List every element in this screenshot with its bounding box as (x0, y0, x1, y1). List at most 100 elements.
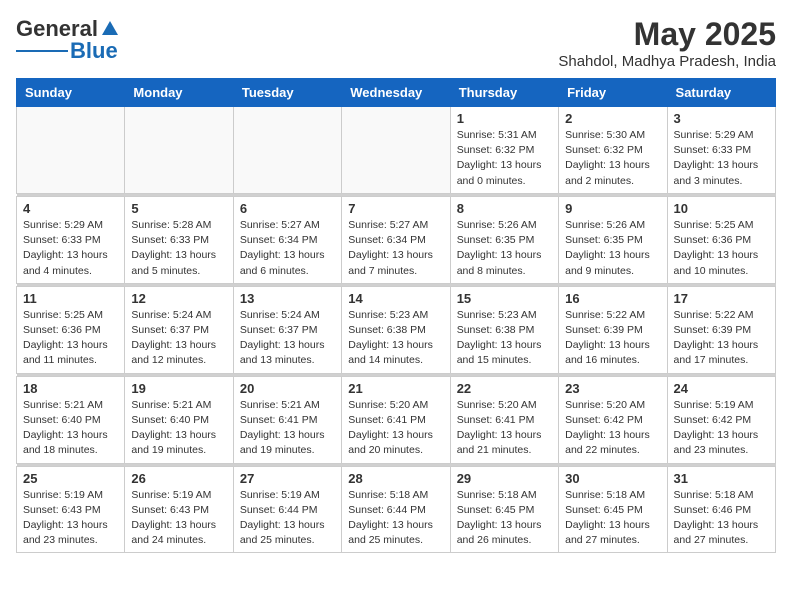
day-number: 14 (348, 291, 443, 306)
calendar-cell: 17 Sunrise: 5:22 AM Sunset: 6:39 PM Dayli… (667, 286, 775, 373)
calendar-cell: 15 Sunrise: 5:23 AM Sunset: 6:38 PM Dayli… (450, 286, 558, 373)
day-info: Sunrise: 5:29 AM Sunset: 6:33 PM Dayligh… (23, 218, 118, 279)
day-header-monday: Monday (125, 79, 233, 107)
subtitle: Shahdol, Madhya Pradesh, India (558, 53, 776, 70)
day-info: Sunrise: 5:25 AM Sunset: 6:36 PM Dayligh… (23, 308, 118, 369)
day-number: 2 (565, 111, 660, 126)
day-info: Sunrise: 5:18 AM Sunset: 6:44 PM Dayligh… (348, 488, 443, 549)
day-number: 18 (23, 381, 118, 396)
title-block: May 2025 Shahdol, Madhya Pradesh, India (558, 16, 776, 70)
day-header-wednesday: Wednesday (342, 79, 450, 107)
main-title: May 2025 (558, 16, 776, 53)
day-info: Sunrise: 5:30 AM Sunset: 6:32 PM Dayligh… (565, 128, 660, 189)
day-info: Sunrise: 5:22 AM Sunset: 6:39 PM Dayligh… (674, 308, 769, 369)
day-info: Sunrise: 5:26 AM Sunset: 6:35 PM Dayligh… (565, 218, 660, 279)
calendar-week-row: 4 Sunrise: 5:29 AM Sunset: 6:33 PM Daylig… (17, 196, 776, 283)
calendar-cell (17, 107, 125, 194)
day-number: 5 (131, 201, 226, 216)
calendar-cell: 31 Sunrise: 5:18 AM Sunset: 6:46 PM Dayli… (667, 466, 775, 553)
day-number: 20 (240, 381, 335, 396)
day-info: Sunrise: 5:20 AM Sunset: 6:42 PM Dayligh… (565, 398, 660, 459)
calendar-cell: 12 Sunrise: 5:24 AM Sunset: 6:37 PM Dayli… (125, 286, 233, 373)
day-number: 3 (674, 111, 769, 126)
calendar-week-row: 1 Sunrise: 5:31 AM Sunset: 6:32 PM Daylig… (17, 107, 776, 194)
calendar-cell: 2 Sunrise: 5:30 AM Sunset: 6:32 PM Daylig… (559, 107, 667, 194)
calendar-cell: 6 Sunrise: 5:27 AM Sunset: 6:34 PM Daylig… (233, 196, 341, 283)
calendar-cell: 10 Sunrise: 5:25 AM Sunset: 6:36 PM Dayli… (667, 196, 775, 283)
day-number: 21 (348, 381, 443, 396)
calendar-cell: 27Sunrise: 5:19 AM Sunset: 6:44 PM Dayli… (233, 466, 341, 553)
day-info: Sunrise: 5:27 AM Sunset: 6:34 PM Dayligh… (240, 218, 335, 279)
day-header-sunday: Sunday (17, 79, 125, 107)
day-info: Sunrise: 5:21 AM Sunset: 6:41 PM Dayligh… (240, 398, 335, 459)
day-info: Sunrise: 5:19 AM Sunset: 6:43 PM Dayligh… (131, 488, 226, 549)
day-info: Sunrise: 5:21 AM Sunset: 6:40 PM Dayligh… (23, 398, 118, 459)
day-number: 10 (674, 201, 769, 216)
day-info: Sunrise: 5:25 AM Sunset: 6:36 PM Dayligh… (674, 218, 769, 279)
calendar-cell: 18 Sunrise: 5:21 AM Sunset: 6:40 PM Dayli… (17, 376, 125, 463)
day-info: Sunrise: 5:19 AM Sunset: 6:44 PM Dayligh… (240, 488, 335, 549)
day-number: 12 (131, 291, 226, 306)
calendar-cell: 23 Sunrise: 5:20 AM Sunset: 6:42 PM Dayli… (559, 376, 667, 463)
day-number: 4 (23, 201, 118, 216)
calendar-cell: 19Sunrise: 5:21 AM Sunset: 6:40 PM Dayli… (125, 376, 233, 463)
day-info: Sunrise: 5:31 AM Sunset: 6:32 PM Dayligh… (457, 128, 552, 189)
calendar-cell: 22 Sunrise: 5:20 AM Sunset: 6:41 PM Dayli… (450, 376, 558, 463)
logo-blue-text: Blue (70, 38, 118, 64)
day-number: 23 (565, 381, 660, 396)
calendar-cell (125, 107, 233, 194)
day-info: Sunrise: 5:20 AM Sunset: 6:41 PM Dayligh… (457, 398, 552, 459)
day-header-tuesday: Tuesday (233, 79, 341, 107)
calendar-cell: 11 Sunrise: 5:25 AM Sunset: 6:36 PM Dayli… (17, 286, 125, 373)
calendar-cell: 29 Sunrise: 5:18 AM Sunset: 6:45 PM Dayli… (450, 466, 558, 553)
day-info: Sunrise: 5:19 AM Sunset: 6:43 PM Dayligh… (23, 488, 118, 549)
logo-icon (100, 19, 120, 39)
day-info: Sunrise: 5:18 AM Sunset: 6:45 PM Dayligh… (457, 488, 552, 549)
logo: General Blue (16, 16, 120, 64)
day-number: 17 (674, 291, 769, 306)
day-number: 29 (457, 471, 552, 486)
day-number: 7 (348, 201, 443, 216)
calendar-cell: 3 Sunrise: 5:29 AM Sunset: 6:33 PM Daylig… (667, 107, 775, 194)
day-number: 30 (565, 471, 660, 486)
day-number: 13 (240, 291, 335, 306)
calendar-cell: 5Sunrise: 5:28 AM Sunset: 6:33 PM Daylig… (125, 196, 233, 283)
day-number: 19 (131, 381, 226, 396)
day-number: 1 (457, 111, 552, 126)
calendar-cell: 20 Sunrise: 5:21 AM Sunset: 6:41 PM Dayli… (233, 376, 341, 463)
calendar-week-row: 18 Sunrise: 5:21 AM Sunset: 6:40 PM Dayli… (17, 376, 776, 463)
day-info: Sunrise: 5:24 AM Sunset: 6:37 PM Dayligh… (131, 308, 226, 369)
day-number: 9 (565, 201, 660, 216)
day-info: Sunrise: 5:18 AM Sunset: 6:45 PM Dayligh… (565, 488, 660, 549)
calendar-cell: 30 Sunrise: 5:18 AM Sunset: 6:45 PM Dayli… (559, 466, 667, 553)
calendar-cell: 7 Sunrise: 5:27 AM Sunset: 6:34 PM Daylig… (342, 196, 450, 283)
calendar-cell: 16Sunrise: 5:22 AM Sunset: 6:39 PM Dayli… (559, 286, 667, 373)
day-info: Sunrise: 5:23 AM Sunset: 6:38 PM Dayligh… (348, 308, 443, 369)
day-info: Sunrise: 5:18 AM Sunset: 6:46 PM Dayligh… (674, 488, 769, 549)
day-number: 11 (23, 291, 118, 306)
calendar-cell (233, 107, 341, 194)
day-info: Sunrise: 5:23 AM Sunset: 6:38 PM Dayligh… (457, 308, 552, 369)
calendar-cell: 1 Sunrise: 5:31 AM Sunset: 6:32 PM Daylig… (450, 107, 558, 194)
calendar-cell (342, 107, 450, 194)
day-number: 6 (240, 201, 335, 216)
day-info: Sunrise: 5:20 AM Sunset: 6:41 PM Dayligh… (348, 398, 443, 459)
day-number: 28 (348, 471, 443, 486)
calendar-cell: 26 Sunrise: 5:19 AM Sunset: 6:43 PM Dayli… (125, 466, 233, 553)
day-number: 31 (674, 471, 769, 486)
calendar-cell: 4 Sunrise: 5:29 AM Sunset: 6:33 PM Daylig… (17, 196, 125, 283)
day-number: 26 (131, 471, 226, 486)
day-number: 15 (457, 291, 552, 306)
calendar-cell: 14 Sunrise: 5:23 AM Sunset: 6:38 PM Dayli… (342, 286, 450, 373)
calendar-table: SundayMondayTuesdayWednesdayThursdayFrid… (16, 78, 776, 553)
day-info: Sunrise: 5:29 AM Sunset: 6:33 PM Dayligh… (674, 128, 769, 189)
calendar-cell: 13Sunrise: 5:24 AM Sunset: 6:37 PM Dayli… (233, 286, 341, 373)
day-info: Sunrise: 5:19 AM Sunset: 6:42 PM Dayligh… (674, 398, 769, 459)
day-number: 16 (565, 291, 660, 306)
calendar-week-row: 11 Sunrise: 5:25 AM Sunset: 6:36 PM Dayli… (17, 286, 776, 373)
day-info: Sunrise: 5:27 AM Sunset: 6:34 PM Dayligh… (348, 218, 443, 279)
day-number: 8 (457, 201, 552, 216)
calendar-cell: 21 Sunrise: 5:20 AM Sunset: 6:41 PM Dayli… (342, 376, 450, 463)
day-number: 22 (457, 381, 552, 396)
calendar-cell: 24Sunrise: 5:19 AM Sunset: 6:42 PM Dayli… (667, 376, 775, 463)
